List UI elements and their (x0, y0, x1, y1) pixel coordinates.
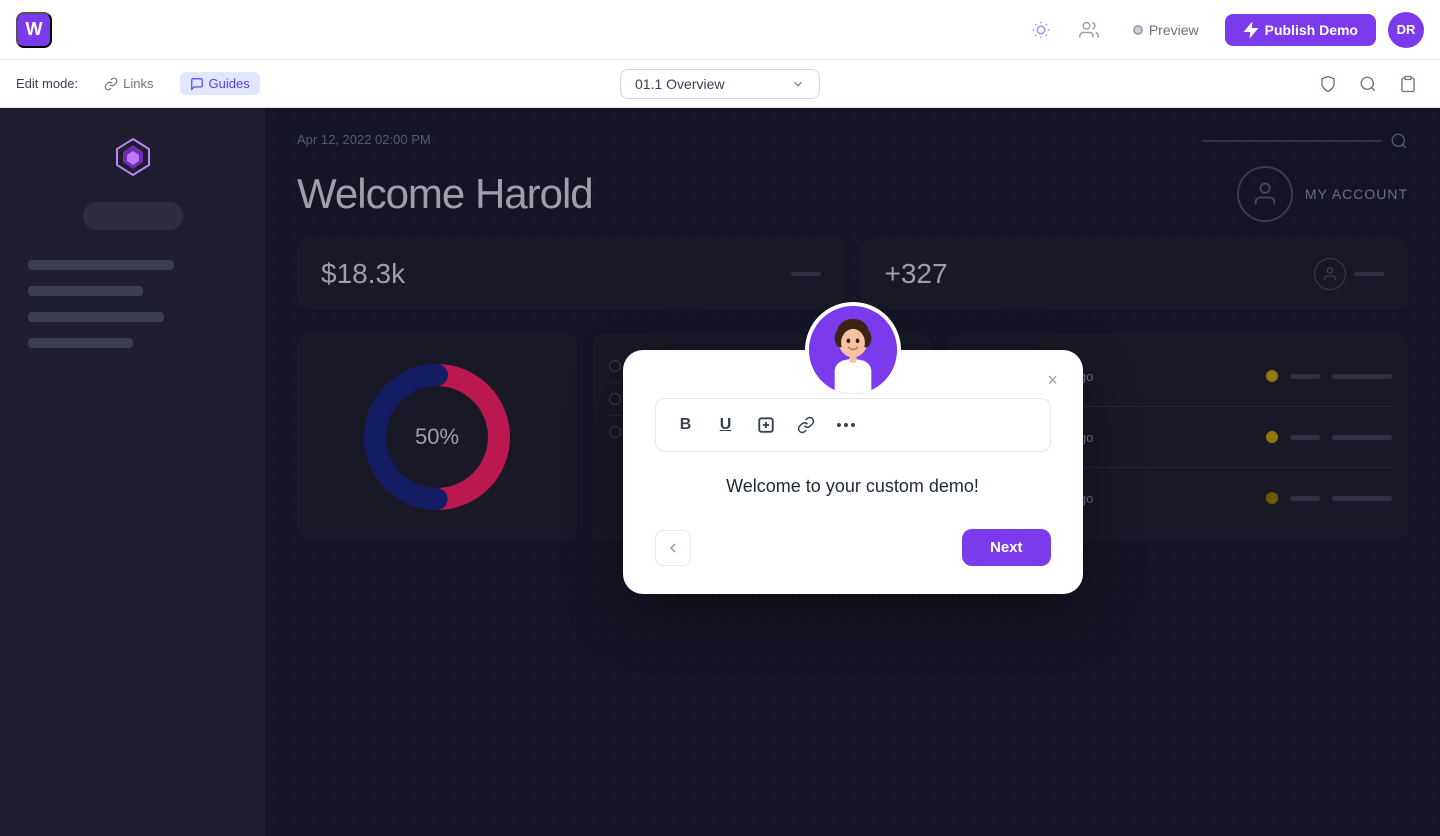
publish-label: Publish Demo (1265, 22, 1358, 38)
topnav: W Preview Publish (0, 0, 1440, 60)
sidebar-nav-item (28, 312, 164, 322)
sun-icon-button[interactable] (1023, 12, 1059, 48)
underline-button[interactable]: U (708, 407, 744, 443)
users-icon-button[interactable] (1071, 12, 1107, 48)
sidebar-nav-item (28, 338, 133, 348)
sidebar-logo (108, 132, 158, 182)
dashboard: Apr 12, 2022 02:00 PM Welcome Harold MY … (265, 108, 1440, 836)
preview-label: Preview (1149, 22, 1199, 38)
edit-mode-label: Edit mode: (16, 76, 78, 91)
user-avatar-button[interactable]: DR (1388, 12, 1424, 48)
shield-icon-button[interactable] (1312, 68, 1344, 100)
modal: × B U (623, 350, 1083, 594)
search-icon-button[interactable] (1352, 68, 1384, 100)
topnav-left: W (16, 12, 52, 48)
preview-button[interactable]: Preview (1119, 16, 1213, 44)
preview-dot (1133, 25, 1143, 35)
clipboard-icon-button[interactable] (1392, 68, 1424, 100)
toolbar-right-icons (1312, 68, 1424, 100)
add-button[interactable] (748, 407, 784, 443)
sidebar-nav-item (28, 286, 143, 296)
sidebar-nav (16, 260, 249, 348)
topnav-right: Preview Publish Demo DR (1023, 12, 1424, 48)
modal-footer: Next (655, 529, 1051, 566)
sidebar-pill (83, 202, 183, 230)
app-logo-button[interactable]: W (16, 12, 52, 48)
modal-prev-button[interactable] (655, 530, 691, 566)
modal-toolbar: B U (655, 398, 1051, 452)
modal-next-button[interactable]: Next (962, 529, 1051, 566)
sidebar (0, 108, 265, 836)
bold-button[interactable]: B (668, 407, 704, 443)
links-button[interactable]: Links (94, 72, 163, 95)
modal-avatar (805, 302, 901, 398)
edit-toolbar: Edit mode: Links Guides 01.1 Overview (0, 60, 1440, 108)
guides-button[interactable]: Guides (180, 72, 260, 95)
modal-close-button[interactable]: × (1039, 366, 1067, 394)
link-button[interactable] (788, 407, 824, 443)
sidebar-nav-item (28, 260, 174, 270)
nav-dropdown[interactable]: 01.1 Overview (620, 69, 820, 99)
modal-overlay: × B U (265, 108, 1440, 836)
more-options-button[interactable] (828, 407, 864, 443)
main-area: Apr 12, 2022 02:00 PM Welcome Harold MY … (0, 108, 1440, 836)
modal-content: Welcome to your custom demo! (726, 476, 979, 497)
publish-demo-button[interactable]: Publish Demo (1225, 14, 1376, 46)
